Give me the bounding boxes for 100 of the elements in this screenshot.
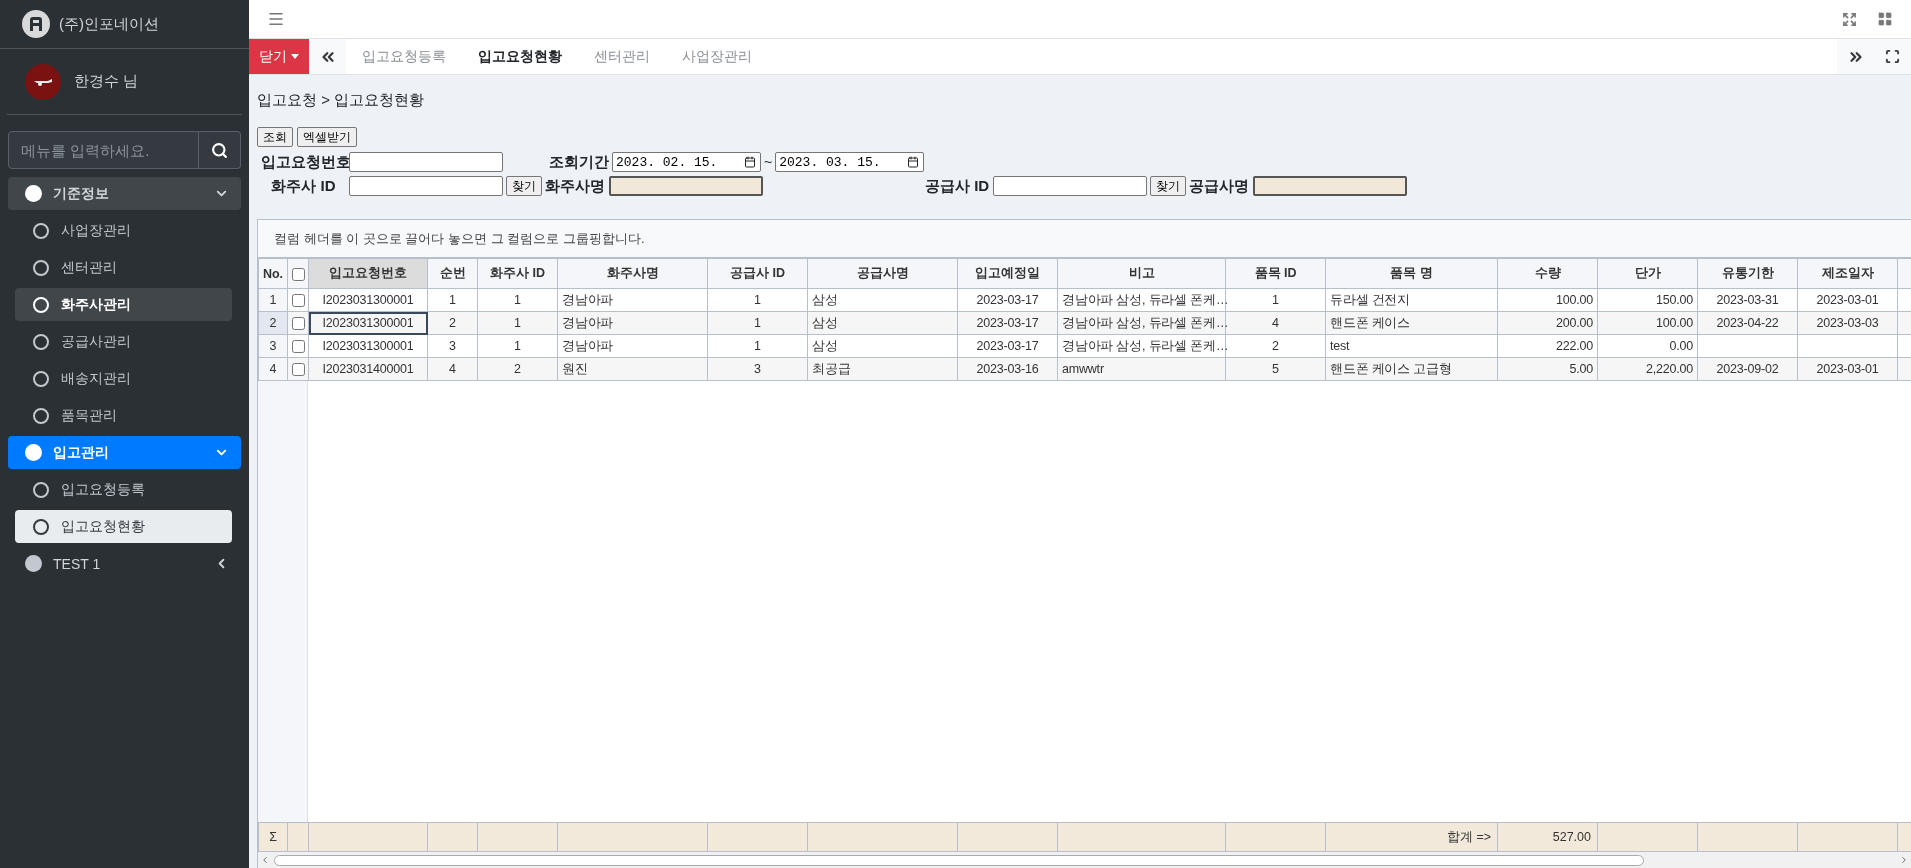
tab[interactable]: 입고요청현황	[462, 39, 578, 74]
checkbox[interactable]	[292, 294, 305, 308]
checkbox[interactable]	[291, 267, 305, 281]
group-hint: 컬럼 헤더를 이 곳으로 끌어다 놓으면 그 컬럼으로 그룹핑합니다.	[258, 220, 1911, 258]
field-label: 공급사명	[1189, 176, 1250, 196]
table-cell: 경남아파	[557, 311, 708, 335]
column-header[interactable]: 품목 명	[1325, 258, 1498, 289]
field-label: 화주사명	[545, 176, 605, 196]
table-cell: 최공급	[807, 357, 958, 381]
menu-item[interactable]: 품목관리	[15, 399, 232, 432]
caret-icon	[291, 54, 299, 59]
dot-icon	[25, 185, 42, 202]
circle-icon	[33, 259, 49, 276]
footer-cell: 합계 =>	[1325, 822, 1498, 852]
calendar-icon	[744, 156, 756, 168]
date-field[interactable]: 2023. 02. 15.	[612, 152, 761, 172]
column-header[interactable]: 화주사명	[557, 258, 708, 289]
column-header[interactable]: 유통기한	[1697, 258, 1798, 289]
table-cell: test	[1325, 334, 1498, 358]
circle-icon	[33, 333, 49, 350]
menu-item[interactable]: 화주사관리	[15, 288, 232, 321]
logo-icon	[22, 10, 50, 38]
find-button[interactable]: 찾기	[506, 176, 542, 196]
circle-icon	[33, 296, 49, 313]
menu-group[interactable]: 기준정보	[8, 177, 241, 210]
menu-icon[interactable]	[267, 10, 285, 28]
table-cell: 경남아파 삼성, 듀라셀 폰케…	[1057, 334, 1226, 358]
table-cell: 핸드폰 케이스	[1325, 311, 1498, 335]
table-cell: 삼성	[807, 334, 958, 358]
column-header[interactable]: 수량	[1497, 258, 1598, 289]
table-cell: 삼성	[807, 288, 958, 312]
fullscreen-button[interactable]	[1874, 39, 1911, 74]
table-cell: 경남아파 삼성, 듀라셀 폰케…	[1057, 311, 1226, 335]
field-label: 공급사 ID	[925, 176, 990, 196]
checkbox[interactable]	[292, 317, 305, 331]
breadcrumb: 입고요청 > 입고요청현황	[257, 89, 426, 110]
checkbox[interactable]	[292, 363, 305, 377]
table-cell: I2023031300001	[308, 334, 428, 358]
scrollbar-thumb[interactable]	[274, 854, 1644, 866]
scroll-left-icon[interactable]	[260, 855, 270, 865]
footer-cell: 527.00	[1497, 822, 1598, 852]
scroll-right-icon[interactable]	[1899, 855, 1909, 865]
horizontal-scrollbar[interactable]	[258, 852, 1911, 868]
menu-item[interactable]: 입고요청등록	[15, 473, 232, 506]
menu-group[interactable]: TEST 1	[8, 547, 241, 580]
circle-icon	[33, 370, 49, 387]
column-header[interactable]: 단가	[1597, 258, 1698, 289]
menu-item[interactable]: 입고요청현황	[15, 510, 232, 543]
menu-group[interactable]: 입고관리	[8, 436, 241, 469]
column-header[interactable]: 입고예정일	[957, 258, 1058, 289]
grid-icon[interactable]	[1877, 11, 1893, 27]
row-number: 4	[258, 357, 288, 381]
input-field[interactable]	[349, 176, 503, 196]
table-cell: 경남아파 삼성, 듀라셀 폰케…	[1057, 288, 1226, 312]
table-cell: 경남아파	[557, 334, 708, 358]
row-number: 2	[258, 311, 288, 335]
column-header[interactable]: 순번	[427, 258, 478, 289]
menu-item[interactable]: 센터관리	[15, 251, 232, 284]
input-field[interactable]	[609, 176, 763, 196]
table-cell: amwwtr	[1057, 357, 1226, 381]
column-header[interactable]: 화주사 ID	[477, 258, 558, 289]
column-header[interactable]: 품목 ID	[1225, 258, 1326, 289]
input-field[interactable]	[349, 152, 503, 172]
circle-icon	[33, 222, 49, 239]
column-header[interactable]: No.	[258, 258, 288, 289]
menu-search-field[interactable]: 메뉴를 입력하세요.	[8, 131, 199, 169]
close-button[interactable]: 닫기	[249, 39, 309, 74]
field-label: 화주사 ID	[270, 176, 337, 196]
row-number: 1	[258, 288, 288, 312]
input-field[interactable]	[993, 176, 1148, 196]
circle-icon	[33, 481, 49, 498]
scroll-right-button[interactable]	[1837, 39, 1874, 74]
input-field[interactable]	[1253, 176, 1408, 196]
menu-item[interactable]: 사업장관리	[15, 214, 232, 247]
dot-icon	[25, 444, 42, 461]
avatar-icon	[25, 63, 61, 100]
table-cell: 경남아파	[557, 288, 708, 312]
menu-item[interactable]: 공급사관리	[15, 325, 232, 358]
field-label: 조회기간	[549, 152, 609, 172]
table-cell: 핸드폰 케이스 고급형	[1325, 357, 1498, 381]
column-header[interactable]: 공급사명	[807, 258, 958, 289]
action-button[interactable]: 엑셀받기	[297, 127, 357, 147]
user-name: 한경수 님	[74, 72, 139, 91]
checkbox[interactable]	[292, 340, 305, 354]
menu-item[interactable]: 배송지관리	[15, 362, 232, 395]
search-button[interactable]	[199, 131, 241, 169]
row-number: 3	[258, 334, 288, 358]
scroll-left-button[interactable]	[309, 39, 346, 74]
column-header[interactable]: 공급사 ID	[707, 258, 808, 289]
table-cell: I2023031300001	[308, 311, 428, 335]
expand-icon[interactable]	[1842, 11, 1857, 27]
column-header[interactable]: 입고요청번호	[308, 258, 428, 289]
action-button[interactable]: 조회	[257, 127, 293, 147]
circle-icon	[33, 407, 49, 424]
table-cell: 삼성	[807, 311, 958, 335]
column-header[interactable]: 비고	[1057, 258, 1226, 289]
find-button[interactable]: 찾기	[1150, 176, 1187, 196]
sum-symbol: Σ	[258, 822, 288, 852]
column-header[interactable]: 제조일자	[1797, 258, 1898, 289]
date-field[interactable]: 2023. 03. 15.	[775, 152, 925, 172]
